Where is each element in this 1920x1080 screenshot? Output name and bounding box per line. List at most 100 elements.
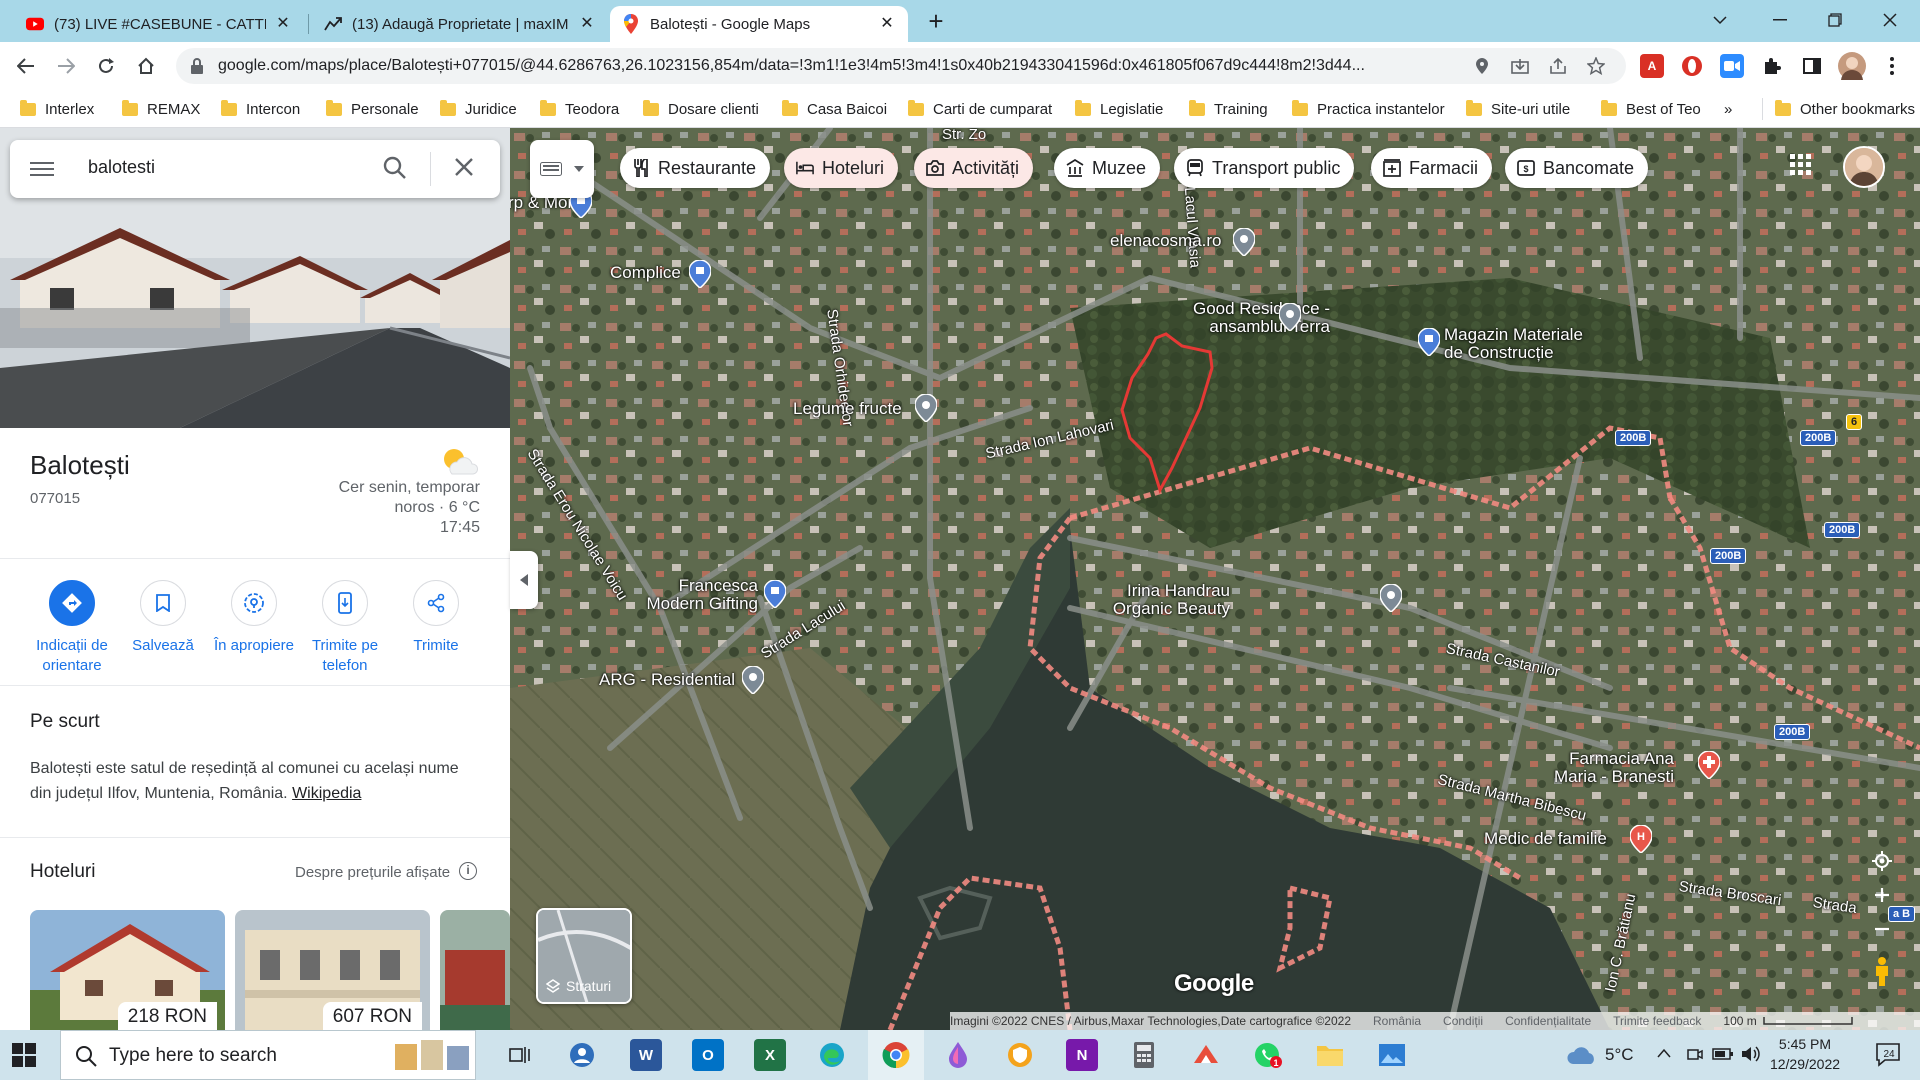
- profile-avatar-icon[interactable]: [1838, 52, 1866, 80]
- hospital-pin-icon[interactable]: H: [1630, 825, 1652, 853]
- tab-search-button[interactable]: [1690, 0, 1750, 40]
- whatsapp-icon[interactable]: 1: [1252, 1039, 1284, 1071]
- bookmark-folder[interactable]: Dosare clienti: [643, 98, 759, 120]
- poi-label[interactable]: Francesca Modern Gifting: [638, 577, 759, 613]
- pdf-extension-icon[interactable]: A: [1640, 54, 1664, 78]
- street-view-pegman[interactable]: [1862, 954, 1902, 988]
- extensions-puzzle-icon[interactable]: [1760, 54, 1784, 78]
- send-to-phone-button[interactable]: Trimite pe telefon: [300, 580, 390, 676]
- bookmark-folder[interactable]: Best of Teo: [1601, 98, 1701, 120]
- poi-label[interactable]: elenacosma.ro: [1110, 232, 1222, 250]
- side-panel-icon[interactable]: [1800, 54, 1824, 78]
- zoom-extension-icon[interactable]: [1720, 54, 1744, 78]
- url-text[interactable]: google.com/maps/place/Balotești+077015/@…: [218, 57, 1398, 75]
- tab-youtube[interactable]: (73) LIVE #CASEBUNE - CATTED I ✕: [14, 6, 304, 42]
- chip-museums[interactable]: Muzee: [1054, 148, 1161, 188]
- tab-close-button[interactable]: ✕: [878, 15, 896, 33]
- collapse-panel-button[interactable]: [510, 551, 538, 609]
- share-button[interactable]: Trimite: [391, 580, 481, 656]
- bookmark-folder[interactable]: Teodora: [540, 98, 619, 120]
- search-icon[interactable]: [382, 155, 410, 183]
- vpn-shield-icon[interactable]: [1004, 1039, 1036, 1071]
- taskbar-clock[interactable]: 5:45 PM 12/29/2022: [1760, 1034, 1850, 1074]
- chip-hotels[interactable]: Hoteluri: [784, 148, 899, 188]
- privacy-link[interactable]: Confidențialitate: [1505, 1014, 1591, 1028]
- poi-label[interactable]: Medic de familie: [1484, 830, 1607, 848]
- poi-label[interactable]: Complice: [610, 264, 681, 282]
- hotel-card[interactable]: 218 RON: [30, 910, 225, 1030]
- taskbar-temperature[interactable]: 5°C: [1605, 1045, 1634, 1065]
- wikipedia-link[interactable]: Wikipedia: [292, 785, 361, 802]
- chip-restaurants[interactable]: Restaurante: [620, 148, 771, 188]
- tab-maxim[interactable]: (13) Adaugă Proprietate | maxIM ✕: [312, 6, 608, 42]
- opera-extension-icon[interactable]: [1680, 54, 1704, 78]
- edge-icon[interactable]: [816, 1039, 848, 1071]
- bookmark-folder[interactable]: Site-uri utile: [1466, 98, 1570, 120]
- bookmark-folder[interactable]: Training: [1189, 98, 1268, 120]
- restore-button[interactable]: [1805, 0, 1865, 40]
- file-explorer-icon[interactable]: [1314, 1039, 1346, 1071]
- bookmark-folder[interactable]: Personale: [326, 98, 419, 120]
- zoom-in-button[interactable]: [1862, 878, 1902, 912]
- home-button[interactable]: [130, 50, 162, 82]
- forward-button[interactable]: [50, 50, 82, 82]
- bookmark-folder[interactable]: Interlex: [20, 98, 94, 120]
- layers-button[interactable]: Straturi: [536, 908, 632, 1004]
- chevron-up-icon[interactable]: [1657, 1048, 1671, 1058]
- account-avatar[interactable]: [1843, 146, 1885, 188]
- bookmark-folder[interactable]: Carti de cumparat: [908, 98, 1052, 120]
- place-pin-icon[interactable]: [1233, 228, 1255, 256]
- shopping-pin-icon[interactable]: [1418, 328, 1440, 356]
- feedback-link[interactable]: Trimite feedback: [1613, 1014, 1701, 1028]
- word-icon[interactable]: W: [630, 1039, 662, 1071]
- save-button[interactable]: Salvează: [118, 580, 208, 656]
- chrome-menu-icon[interactable]: [1880, 54, 1904, 78]
- poi-label[interactable]: ARG - Residential: [599, 671, 735, 689]
- calculator-icon[interactable]: [1128, 1039, 1160, 1071]
- pharmacy-pin-icon[interactable]: [1698, 751, 1720, 779]
- bookmark-folder[interactable]: Practica instantelor: [1292, 98, 1445, 120]
- bookmark-folder[interactable]: Casa Baicoi: [782, 98, 887, 120]
- chip-pharmacies[interactable]: Farmacii: [1371, 148, 1493, 188]
- nearby-button[interactable]: În apropiere: [209, 580, 299, 656]
- battery-icon[interactable]: [1712, 1047, 1734, 1061]
- photos-app-icon[interactable]: [1376, 1039, 1408, 1071]
- hotels-price-note[interactable]: Despre prețurile afișate: [295, 864, 450, 881]
- poi-label[interactable]: Magazin Materiale de Construcție: [1444, 326, 1583, 362]
- shopping-pin-icon[interactable]: [689, 260, 711, 288]
- bookmark-folder[interactable]: Juridice: [440, 98, 517, 120]
- place-pin-icon[interactable]: [1279, 303, 1301, 331]
- tab-close-button[interactable]: ✕: [274, 15, 292, 33]
- people-app-icon[interactable]: [566, 1039, 598, 1071]
- outlook-icon[interactable]: O: [692, 1039, 724, 1071]
- weather-cloud-icon[interactable]: [1565, 1044, 1599, 1066]
- hotel-card[interactable]: [440, 910, 510, 1030]
- address-bar[interactable]: google.com/maps/place/Balotești+077015/@…: [176, 48, 1626, 84]
- bookmark-folder[interactable]: REMAX: [122, 98, 200, 120]
- close-window-button[interactable]: [1860, 0, 1920, 40]
- onenote-icon[interactable]: N: [1066, 1039, 1098, 1071]
- bookmarks-overflow-button[interactable]: »: [1724, 98, 1732, 120]
- minimize-button[interactable]: [1750, 0, 1810, 40]
- tab-google-maps[interactable]: Balotești - Google Maps ✕: [610, 6, 908, 42]
- location-icon[interactable]: [1472, 56, 1492, 76]
- my-location-button[interactable]: [1862, 844, 1902, 878]
- chip-atms[interactable]: $ Bancomate: [1505, 148, 1649, 188]
- meet-now-icon[interactable]: [1686, 1045, 1704, 1063]
- zoom-out-button[interactable]: [1862, 912, 1902, 946]
- info-icon[interactable]: i: [459, 862, 477, 880]
- bookmark-folder[interactable]: Intercon: [221, 98, 300, 120]
- anydesk-icon[interactable]: [1190, 1039, 1222, 1071]
- paint-app-icon[interactable]: [942, 1039, 974, 1071]
- close-search-icon[interactable]: [450, 155, 478, 183]
- poi-label[interactable]: Legume fructe: [793, 400, 902, 418]
- windows-start-icon[interactable]: [12, 1043, 36, 1067]
- chip-public-transport[interactable]: Transport public: [1174, 148, 1355, 188]
- hamburger-menu-icon[interactable]: [30, 158, 54, 180]
- taskbar-search-box[interactable]: Type here to search: [60, 1030, 476, 1080]
- poi-label[interactable]: Irina Handrau Organic Beauty: [1110, 582, 1230, 618]
- chrome-icon[interactable]: [880, 1039, 912, 1071]
- volume-icon[interactable]: [1740, 1045, 1760, 1063]
- place-pin-icon[interactable]: [915, 394, 937, 422]
- tab-close-button[interactable]: ✕: [578, 15, 596, 33]
